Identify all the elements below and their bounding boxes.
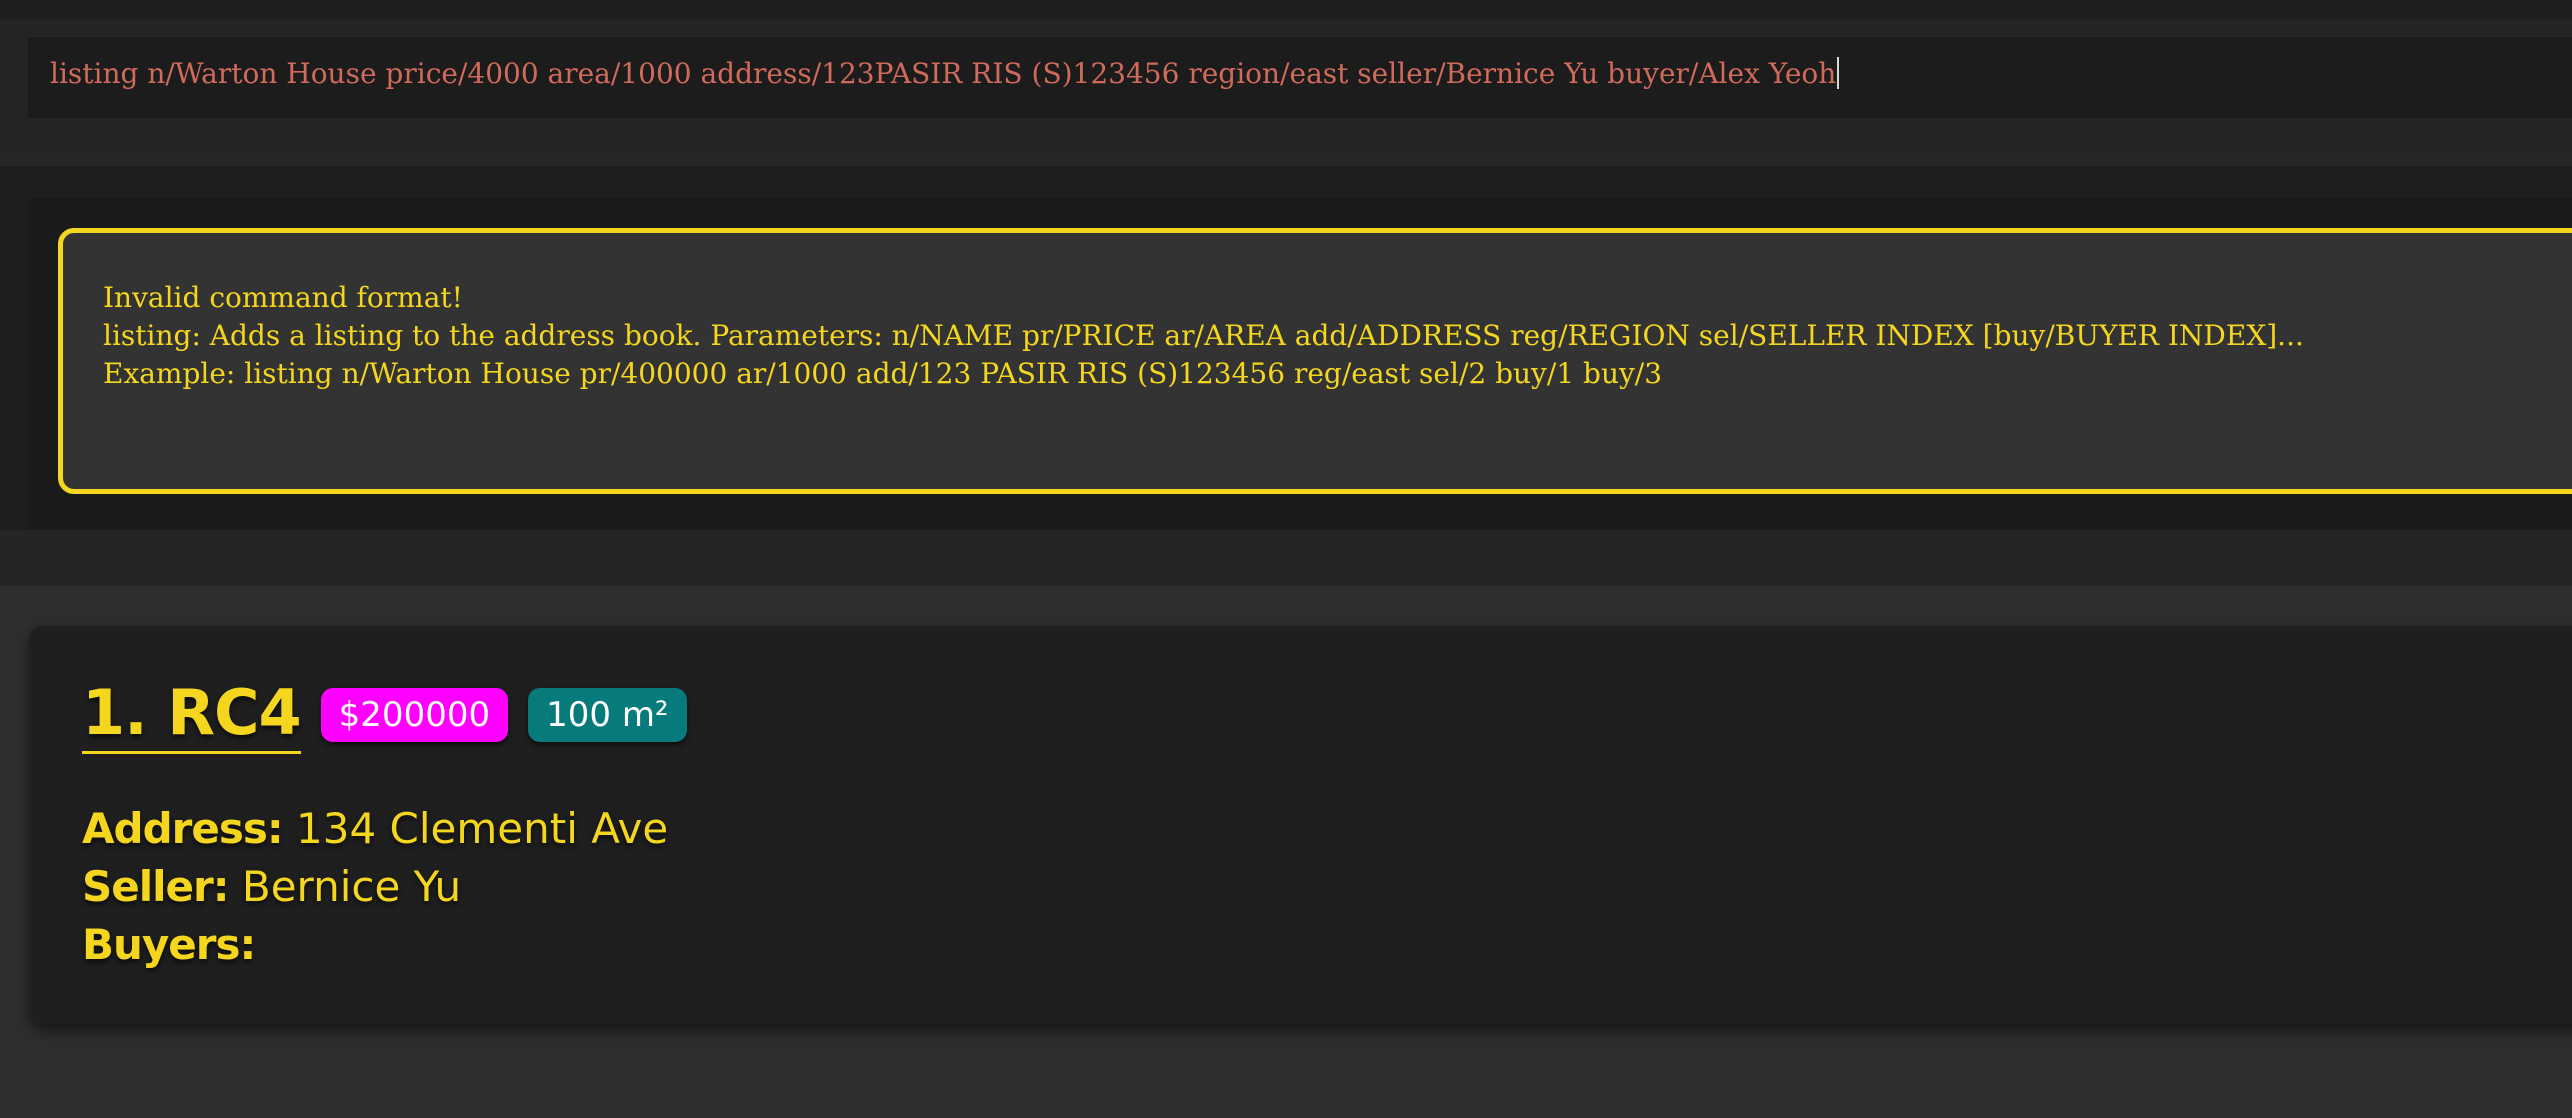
command-region: listing n/Warton House price/4000 area/1… [0,0,2572,152]
listing-list[interactable]: 1. RC4 $200000 100 m² Address: 134 Cleme… [0,586,2572,1118]
command-text[interactable]: listing n/Warton House price/4000 area/1… [50,57,1836,90]
result-line-usage: listing: Adds a listing to the address b… [103,319,2304,352]
text-caret [1837,57,1840,89]
listing-card[interactable]: 1. RC4 $200000 100 m² Address: 134 Cleme… [30,626,2572,1024]
result-line-error: Invalid command format! [103,281,463,314]
result-top-strip [0,152,2572,166]
listing-header: 1. RC4 $200000 100 m² [82,676,687,754]
command-top-strip [0,0,2572,20]
command-input[interactable]: listing n/Warton House price/4000 area/1… [28,36,2572,118]
seller-label: Seller: [82,862,230,911]
command-text-line[interactable]: listing n/Warton House price/4000 area/1… [50,57,1840,90]
result-line-example: Example: listing n/Warton House pr/40000… [103,357,1663,390]
listing-seller: Seller: Bernice Yu [82,862,461,911]
result-display[interactable]: Invalid command format! listing: Adds a … [58,228,2572,494]
listing-buyers: Buyers: [82,920,256,969]
area-tag: 100 m² [528,688,687,742]
result-bottom-strip [0,530,2572,586]
price-tag: $200000 [320,688,509,742]
address-label: Address: [82,804,284,853]
result-message: Invalid command format! listing: Adds a … [103,279,2304,393]
seller-value: Bernice Yu [241,862,462,911]
address-value: 134 Clementi Ave [296,804,669,853]
buyers-label: Buyers: [82,920,256,969]
listing-address: Address: 134 Clementi Ave [82,804,668,853]
listing-name: 1. RC4 [82,676,302,754]
